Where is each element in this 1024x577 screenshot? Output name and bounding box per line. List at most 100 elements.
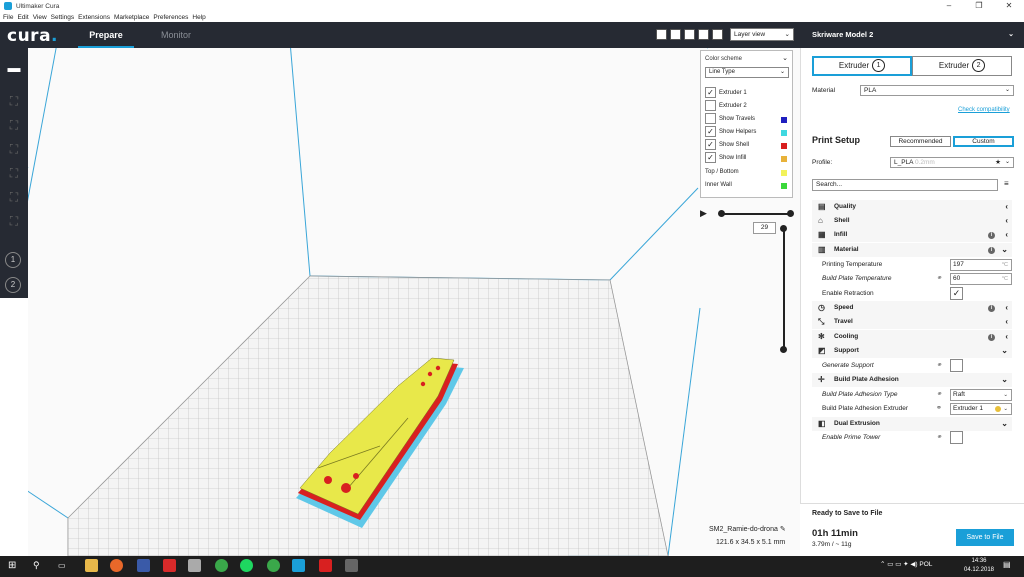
adhesion-extruder-dropdown[interactable]: Extruder 1 ⌄ xyxy=(950,403,1012,415)
menu-edit[interactable]: Edit xyxy=(17,14,28,21)
category-cooling[interactable]: ✻ Cooling i ‹ xyxy=(812,330,1012,344)
app-icon[interactable] xyxy=(188,559,201,572)
extruder-1-badge[interactable]: 1 xyxy=(5,252,21,268)
layer-number-input[interactable]: 29 xyxy=(753,222,776,234)
spotify-icon[interactable] xyxy=(240,559,253,572)
menu-marketplace[interactable]: Marketplace xyxy=(114,14,149,21)
view-mode-dropdown[interactable]: Layer view ⌄ xyxy=(730,28,794,41)
category-build-plate-adhesion[interactable]: ✛ Build Plate Adhesion ⌄ xyxy=(812,373,1012,387)
calculator-icon[interactable] xyxy=(345,559,358,572)
category-support[interactable]: ◩ Support ⌄ xyxy=(812,344,1012,358)
menu-help[interactable]: Help xyxy=(192,14,205,21)
toggle-extruder-2[interactable]: Extruder 2 xyxy=(705,100,791,113)
material-dropdown[interactable]: PLA ⌄ xyxy=(860,85,1014,96)
settings-visibility-menu-icon[interactable]: ≡ xyxy=(1004,179,1009,188)
menu-settings[interactable]: Settings xyxy=(51,14,75,21)
extruder-2-tab[interactable]: Extruder 2 xyxy=(912,56,1012,76)
toggle-extruder-1[interactable]: ✓ Extruder 1 xyxy=(705,87,791,100)
open-file-button[interactable]: ▬ xyxy=(0,57,28,82)
setting-enable-retraction: Enable Retraction ✓ xyxy=(822,287,1012,301)
recommended-mode-button[interactable]: Recommended xyxy=(890,136,951,147)
chrome-icon[interactable] xyxy=(215,559,228,572)
custom-mode-button[interactable]: Custom xyxy=(953,136,1014,147)
play-icon[interactable]: ▶ xyxy=(700,208,707,219)
generate-support-checkbox[interactable] xyxy=(950,359,963,372)
clock[interactable]: 14:36 04.12.2018 xyxy=(962,557,996,575)
profile-dropdown[interactable]: L_PLA 0.2mm ★ ⌄ xyxy=(890,157,1014,168)
chrome-icon[interactable] xyxy=(267,559,280,572)
view-left-icon[interactable] xyxy=(698,29,709,40)
check-compatibility-link[interactable]: Check compatibility xyxy=(958,107,1010,113)
move-tool-icon[interactable]: ⛶ xyxy=(2,90,26,112)
toggle-show-travels[interactable]: Show Travels xyxy=(705,113,791,126)
language-indicator[interactable]: POL xyxy=(919,561,932,568)
checkbox[interactable]: ✓ xyxy=(705,139,716,150)
checkbox[interactable]: ✓ xyxy=(705,126,716,137)
menu-file[interactable]: File xyxy=(3,14,13,21)
prime-tower-checkbox[interactable] xyxy=(950,431,963,444)
checkbox[interactable]: ✓ xyxy=(705,87,716,98)
layer-path-slider[interactable] xyxy=(718,210,794,217)
checkbox[interactable]: ✓ xyxy=(705,152,716,163)
notifications-icon[interactable]: ▤ xyxy=(1003,560,1011,569)
close-button[interactable]: ✕ xyxy=(994,0,1024,12)
category-speed[interactable]: ◷ Speed i ‹ xyxy=(812,301,1012,315)
checkbox[interactable] xyxy=(705,113,716,124)
category-quality[interactable]: ▤ Quality ‹ xyxy=(812,200,1012,214)
menu-extensions[interactable]: Extensions xyxy=(78,14,110,21)
menu-view[interactable]: View xyxy=(33,14,47,21)
windows-start-icon[interactable]: ⊞ xyxy=(8,559,21,572)
rotate-tool-icon[interactable]: ⛶ xyxy=(2,138,26,160)
layer-handle-bottom[interactable] xyxy=(780,346,787,353)
app-icon[interactable] xyxy=(163,559,176,572)
firefox-icon[interactable] xyxy=(110,559,123,572)
checkbox[interactable] xyxy=(705,100,716,111)
cura-taskbar-icon[interactable] xyxy=(292,559,305,572)
mirror-tool-icon[interactable]: ⛶ xyxy=(2,162,26,184)
view-front-icon[interactable] xyxy=(670,29,681,40)
category-material[interactable]: ▥ Material i ⌄ xyxy=(812,243,1012,257)
menu-preferences[interactable]: Preferences xyxy=(153,14,188,21)
scale-tool-icon[interactable]: ⛶ xyxy=(2,114,26,136)
color-scheme-dropdown[interactable]: Line Type ⌄ xyxy=(705,67,789,78)
slider-handle-start[interactable] xyxy=(718,210,725,217)
view-top-icon[interactable] xyxy=(684,29,695,40)
maximize-button[interactable]: ❐ xyxy=(964,0,994,12)
toggle-show-shell[interactable]: ✓ Show Shell xyxy=(705,139,791,152)
pencil-icon[interactable]: ✎ xyxy=(780,526,786,533)
per-model-settings-icon[interactable]: ⛶ xyxy=(2,186,26,208)
printer-selector[interactable]: Skriware Model 2 ⌄ xyxy=(800,22,1024,48)
chevron-down-icon: ⌄ xyxy=(1001,245,1008,254)
category-shell[interactable]: ⌂ Shell ‹ xyxy=(812,214,1012,228)
task-view-icon[interactable]: ▭ xyxy=(58,559,71,572)
save-to-file-button[interactable]: Save to File xyxy=(956,529,1014,546)
support-blocker-icon[interactable]: ⛶ xyxy=(2,210,26,232)
category-travel[interactable]: ⤡ Travel ‹ xyxy=(812,315,1012,329)
category-infill[interactable]: ▦ Infill i ‹ xyxy=(812,228,1012,242)
acrobat-icon[interactable] xyxy=(319,559,332,572)
extruder-2-badge[interactable]: 2 xyxy=(5,277,21,293)
3d-viewport[interactable] xyxy=(28,48,800,556)
infill-icon: ▦ xyxy=(818,230,826,239)
slider-handle-end[interactable] xyxy=(787,210,794,217)
save-app-icon[interactable] xyxy=(137,559,150,572)
settings-search-input[interactable]: Search... xyxy=(812,179,998,191)
view-right-icon[interactable] xyxy=(712,29,723,40)
layer-handle-top[interactable] xyxy=(780,225,787,232)
toggle-show-infill[interactable]: ✓ Show Infill xyxy=(705,152,791,165)
tab-monitor[interactable]: Monitor xyxy=(148,22,204,48)
printing-temperature-input[interactable]: 197 °C xyxy=(950,259,1012,271)
search-icon[interactable]: ⚲ xyxy=(33,559,46,572)
file-explorer-icon[interactable] xyxy=(85,559,98,572)
minimize-button[interactable]: – xyxy=(934,0,964,12)
star-icon[interactable]: ★ xyxy=(995,158,1001,167)
extruder-1-tab[interactable]: Extruder 1 xyxy=(812,56,912,76)
adhesion-type-dropdown[interactable]: Raft ⌄ xyxy=(950,389,1012,401)
build-plate-temperature-input[interactable]: 60 °C xyxy=(950,273,1012,285)
enable-retraction-checkbox[interactable]: ✓ xyxy=(950,287,963,300)
toggle-show-helpers[interactable]: ✓ Show Helpers xyxy=(705,126,791,139)
view-3d-icon[interactable] xyxy=(656,29,667,40)
category-dual-extrusion[interactable]: ◧ Dual Extrusion ⌄ xyxy=(812,417,1012,431)
tab-prepare[interactable]: Prepare xyxy=(78,22,134,48)
layer-slider[interactable] xyxy=(780,225,787,353)
